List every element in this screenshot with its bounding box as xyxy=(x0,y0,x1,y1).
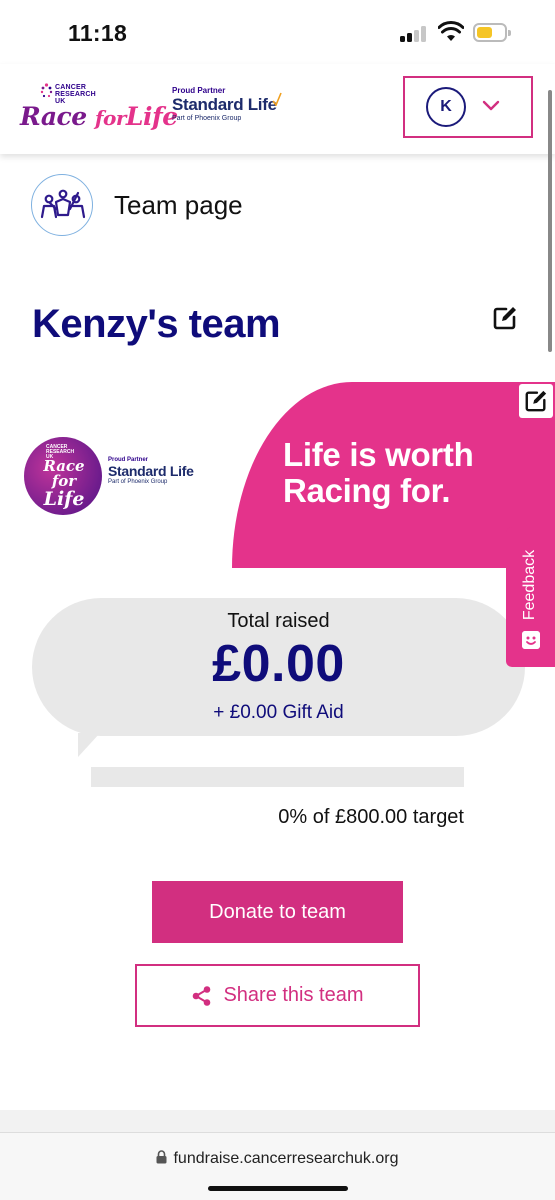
donate-to-team-button[interactable]: Donate to team xyxy=(152,881,403,943)
standard-life-partner-logo: Proud Partner Standard Life Part of Phoe… xyxy=(172,86,282,130)
gift-aid-amount: + £0.00 Gift Aid xyxy=(213,702,344,723)
team-people-icon xyxy=(40,189,86,219)
page-title: Kenzy's team xyxy=(32,302,281,346)
team-page-label: Team page xyxy=(114,190,243,220)
feedback-label: Feedback xyxy=(521,549,539,621)
standard-life-tick-icon xyxy=(272,92,282,106)
race-for-life-wordmark: Race forLife xyxy=(20,102,178,131)
fundraising-progress-bar xyxy=(91,767,464,787)
feedback-tab[interactable]: Feedback xyxy=(506,527,555,667)
chevron-down-icon xyxy=(482,100,500,111)
url-text: fundraise.cancerresearchuk.org xyxy=(173,1150,399,1167)
badge-wordmark: Race for Life xyxy=(43,457,85,510)
url-display[interactable]: fundraise.cancerresearchuk.org xyxy=(0,1150,555,1168)
team-page-icon xyxy=(31,174,93,236)
feedback-label-wrap: Feedback xyxy=(518,539,542,631)
share-team-label: Share this team xyxy=(223,984,364,1006)
site-header: CANCER RESEARCH UK Race forLife Proud Pa… xyxy=(0,64,555,154)
wifi-icon xyxy=(438,21,464,41)
status-bar: 11:18 xyxy=(0,0,555,64)
bubble-tail xyxy=(78,733,100,757)
edit-icon xyxy=(525,390,547,412)
cellular-signal-icon xyxy=(400,26,430,42)
banner-standard-life-logo: Proud Partner Standard Life Part of Phoe… xyxy=(108,457,194,485)
total-raised-label: Total raised xyxy=(227,610,330,632)
banner-tagline-line2: Racing for. xyxy=(283,472,451,509)
share-icon xyxy=(193,985,211,1006)
total-raised-amount: £0.00 xyxy=(212,635,345,693)
smiley-face-icon xyxy=(522,631,540,649)
progress-target-text: 0% of £800.00 target xyxy=(278,806,464,828)
edit-team-name-icon[interactable] xyxy=(492,305,518,331)
status-time: 11:18 xyxy=(68,20,128,46)
race-for-life-logo[interactable]: CANCER RESEARCH UK Race forLife xyxy=(20,82,178,142)
edit-banner-button[interactable] xyxy=(519,384,553,418)
lock-icon xyxy=(156,1150,167,1164)
total-raised-bubble: Total raised £0.00 + £0.00 Gift Aid xyxy=(32,598,525,736)
banner-tagline-line1: Life is worth xyxy=(283,436,474,473)
share-team-button[interactable]: Share this team xyxy=(135,964,420,1027)
page-footer-strip xyxy=(0,1110,555,1132)
account-menu-button[interactable]: K xyxy=(403,76,533,138)
home-indicator[interactable] xyxy=(208,1186,348,1191)
cancer-research-uk-mark-icon xyxy=(40,83,53,98)
scrollbar-thumb[interactable] xyxy=(548,90,552,352)
team-banner: Life is worth Racing for. CANCER RESEARC… xyxy=(0,382,555,568)
race-for-life-badge-logo: CANCER RESEARCH UK Race for Life xyxy=(24,437,102,515)
battery-icon xyxy=(473,23,511,42)
avatar: K xyxy=(426,87,466,127)
